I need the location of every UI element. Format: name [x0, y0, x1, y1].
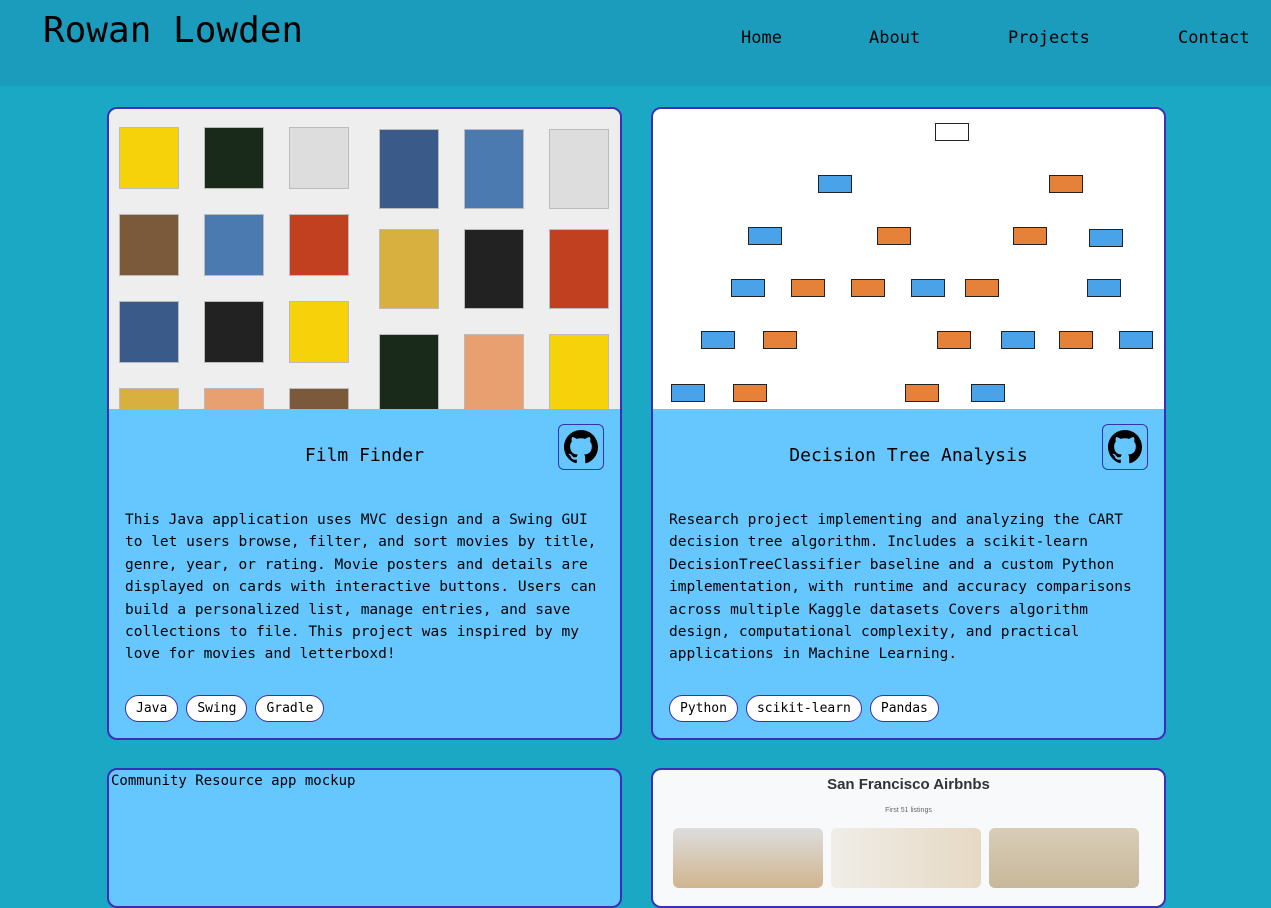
github-icon [564, 430, 598, 464]
tree-node [701, 331, 735, 349]
nav-about[interactable]: About [869, 28, 920, 48]
tag: Gradle [255, 695, 325, 722]
movie-poster [379, 334, 439, 409]
movie-poster [549, 229, 609, 309]
movie-poster [464, 334, 524, 409]
tree-node [1119, 331, 1153, 349]
movie-poster [549, 129, 609, 209]
tree-node [763, 331, 797, 349]
project-card-decision-tree: Decision Tree Analysis Research project … [651, 107, 1166, 740]
tag: Java [125, 695, 179, 722]
tag: Python [669, 695, 738, 722]
airbnb-image-subtitle: First 51 listings [885, 807, 932, 814]
tree-node [851, 279, 885, 297]
movie-poster [289, 127, 349, 189]
tree-node [1049, 175, 1083, 193]
site-name: Rowan Lowden [43, 10, 304, 51]
film-finder-screenshot [109, 109, 620, 409]
movie-poster [379, 229, 439, 309]
tree-node [1013, 227, 1047, 245]
tree-node [937, 331, 971, 349]
tree-node [935, 123, 969, 141]
tag: Swing [186, 695, 248, 722]
tree-node [671, 384, 705, 402]
movie-poster [119, 301, 179, 363]
movie-poster [379, 129, 439, 209]
project-card-film-finder: Film Finder This Java application uses M… [107, 107, 622, 740]
tree-node [1087, 279, 1121, 297]
broken-image-alt: Community Resource app mockup [111, 773, 356, 789]
movie-poster [204, 214, 264, 276]
movie-poster [464, 129, 524, 209]
nav-home[interactable]: Home [741, 28, 782, 48]
movie-poster [464, 229, 524, 309]
movie-poster [289, 301, 349, 363]
movie-poster [289, 214, 349, 276]
project-title: Film Finder [304, 445, 425, 466]
movie-poster [119, 127, 179, 189]
project-card-airbnb: San Francisco Airbnbs First 51 listings [651, 768, 1166, 908]
project-title: Decision Tree Analysis [789, 445, 1028, 466]
tree-node [1001, 331, 1035, 349]
project-description: Research project implementing and analyz… [669, 512, 1132, 663]
github-link[interactable] [558, 424, 604, 470]
tree-node [911, 279, 945, 297]
airbnb-image-title: San Francisco Airbnbs [827, 776, 990, 793]
github-link[interactable] [1102, 424, 1148, 470]
movie-poster [549, 334, 609, 409]
project-card-community-resource: Community Resource app mockup [107, 768, 622, 908]
movie-poster [204, 301, 264, 363]
tree-node [877, 227, 911, 245]
movie-poster [119, 388, 179, 409]
site-header: Rowan Lowden Home About Projects Contact [0, 0, 1271, 86]
movie-poster [289, 388, 349, 409]
listing-photo [673, 828, 823, 888]
tree-node [965, 279, 999, 297]
tag: Pandas [869, 695, 939, 722]
project-description: This Java application uses MVC design an… [125, 512, 597, 663]
tree-node [733, 384, 767, 402]
tree-node [1089, 229, 1123, 247]
github-icon [1108, 430, 1142, 464]
nav-contact[interactable]: Contact [1178, 28, 1250, 48]
tree-node [731, 279, 765, 297]
tree-node [818, 175, 852, 193]
tree-node [905, 384, 939, 402]
tree-node [971, 384, 1005, 402]
tag: scikit-learn [745, 695, 862, 722]
listing-photo [989, 828, 1139, 888]
movie-poster [204, 127, 264, 189]
listing-photo [831, 828, 981, 888]
decision-tree-image [653, 109, 1164, 409]
tree-node [1059, 331, 1093, 349]
movie-poster [119, 214, 179, 276]
tree-node [748, 227, 782, 245]
movie-poster [204, 388, 264, 409]
nav-projects[interactable]: Projects [1008, 28, 1090, 48]
tree-node [791, 279, 825, 297]
